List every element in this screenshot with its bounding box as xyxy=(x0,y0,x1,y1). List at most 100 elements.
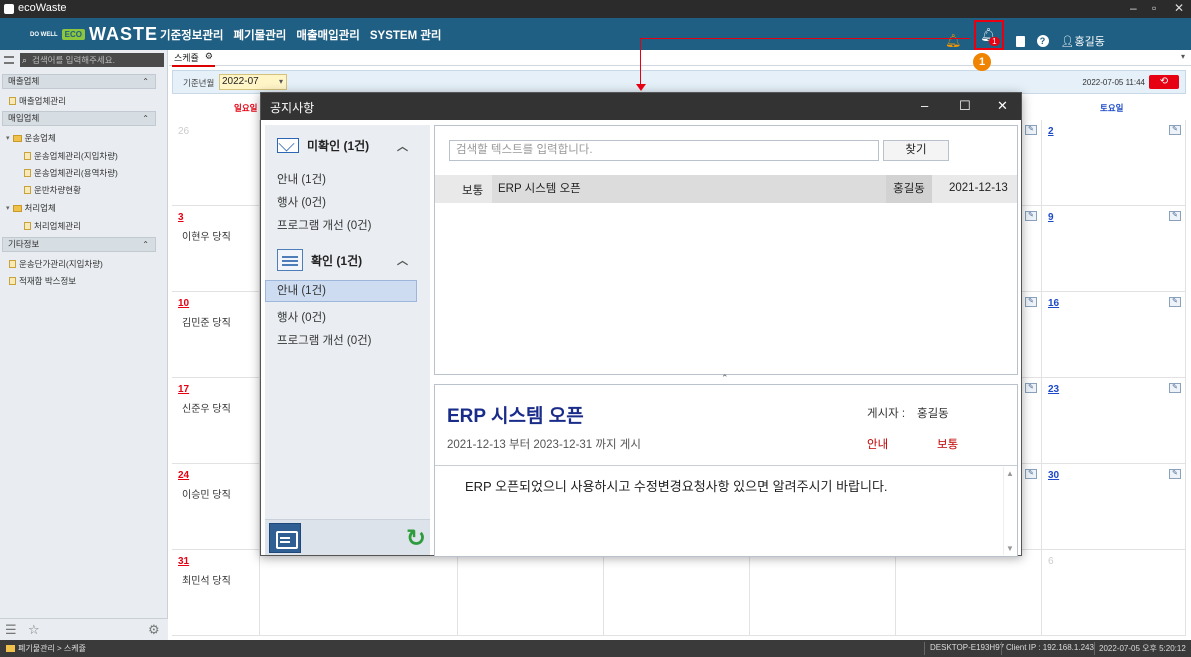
menu-item-sales-purchase[interactable]: 매출매입관리 xyxy=(296,27,359,43)
sidebar-item[interactable]: 운반차량현황 xyxy=(24,184,81,196)
chevron-down-icon[interactable]: ▾ xyxy=(1181,52,1185,61)
edit-icon[interactable]: ✎ xyxy=(1025,211,1037,221)
day-number[interactable]: 3 xyxy=(178,212,184,223)
day-header-sunday: 일요일 xyxy=(234,103,258,113)
help-icon[interactable]: ? xyxy=(1036,35,1049,47)
alarm-bell-icon[interactable]: 🔔︎ xyxy=(945,33,962,49)
refresh-icon[interactable]: ↻ xyxy=(406,524,426,553)
edit-icon[interactable]: ✎ xyxy=(1169,211,1181,221)
menu-item-system[interactable]: SYSTEM 관리 xyxy=(370,27,442,43)
calendar-cell[interactable]: ✎ xyxy=(1020,464,1042,550)
close-button[interactable]: ✕ xyxy=(1174,1,1184,15)
chevron-up-icon[interactable]: ︿ xyxy=(397,252,408,268)
unread-cat-notice[interactable]: 안내 (1건) xyxy=(277,171,326,187)
tab-settings-icon[interactable]: ⚙ xyxy=(205,51,213,64)
menu-item-basic-info[interactable]: 기준정보관리 xyxy=(160,27,223,43)
document-icon[interactable] xyxy=(1015,35,1025,47)
calendar-cell[interactable]: 9 ✎ xyxy=(1042,206,1186,292)
day-number[interactable]: 23 xyxy=(1048,384,1059,395)
calendar-cell[interactable] xyxy=(896,550,1042,636)
day-number[interactable]: 10 xyxy=(178,298,189,309)
refresh-button[interactable]: ⟲ xyxy=(1149,75,1179,89)
restore-button[interactable]: ▫ xyxy=(1152,1,1156,15)
scroll-up-icon[interactable]: ▲ xyxy=(1006,469,1014,478)
gear-icon[interactable]: ⚙ xyxy=(148,622,160,638)
dialog-maximize-button[interactable]: ☐ xyxy=(959,98,971,114)
day-number[interactable]: 31 xyxy=(178,556,189,567)
calendar-cell[interactable]: 17 신준우 당직 xyxy=(172,378,260,464)
list-icon[interactable] xyxy=(269,523,301,553)
day-number[interactable]: 16 xyxy=(1048,298,1059,309)
unread-group-header[interactable]: 미확인 (1건) ︿ xyxy=(277,137,408,154)
edit-icon[interactable]: ✎ xyxy=(1169,297,1181,307)
edit-icon[interactable]: ✎ xyxy=(1025,297,1037,307)
detail-scrollbar[interactable]: ▲ ▼ xyxy=(1003,467,1015,555)
sidebar-item[interactable]: 적재함 박스정보 xyxy=(9,275,76,287)
edit-icon[interactable]: ✎ xyxy=(1025,469,1037,479)
find-button[interactable]: 찾기 xyxy=(883,140,949,161)
list-view-icon[interactable]: ☰ xyxy=(5,622,17,638)
sidebar-item[interactable]: 운송업체관리(지입차량) xyxy=(24,150,118,162)
sidebar-item[interactable]: 운송업체관리(용역차량) xyxy=(24,167,118,179)
edit-icon[interactable]: ✎ xyxy=(1169,383,1181,393)
edit-icon[interactable]: ✎ xyxy=(1025,125,1037,135)
edit-icon[interactable]: ✎ xyxy=(1169,125,1181,135)
calendar-cell[interactable]: 30 ✎ xyxy=(1042,464,1186,550)
sidebar-item[interactable]: 처리업체관리 xyxy=(24,220,81,232)
sidebar-section-sales[interactable]: 매출업체 ⌃ xyxy=(2,74,156,89)
notice-row[interactable]: 보통 ERP 시스템 오픈 홍길동 2021-12-13 xyxy=(435,175,1017,203)
sidebar-folder[interactable]: ▾ 운송업체 xyxy=(6,132,56,144)
sidebar-item[interactable]: 매출업체관리 xyxy=(9,95,66,107)
read-cat-notice[interactable]: 안내 (1건) xyxy=(265,280,417,302)
calendar-cell[interactable]: ✎ xyxy=(1020,378,1042,464)
edit-icon[interactable]: ✎ xyxy=(1169,469,1181,479)
unread-cat-improvement[interactable]: 프로그램 개선 (0건) xyxy=(277,217,372,233)
user-menu[interactable]: 👤︎홍길동 xyxy=(1061,33,1105,49)
minimize-button[interactable]: – xyxy=(1130,1,1137,15)
calendar-cell[interactable]: 2 ✎ xyxy=(1042,120,1186,206)
calendar-cell[interactable] xyxy=(604,550,750,636)
calendar-cell[interactable]: 16 ✎ xyxy=(1042,292,1186,378)
calendar-cell[interactable]: 23 ✎ xyxy=(1042,378,1186,464)
day-number[interactable]: 17 xyxy=(178,384,189,395)
calendar-cell[interactable]: 6 xyxy=(1042,550,1186,636)
calendar-cell[interactable]: ✎ xyxy=(1020,292,1042,378)
calendar-cell[interactable] xyxy=(260,550,458,636)
sidebar-section-purchase[interactable]: 매입업체 ⌃ xyxy=(2,111,156,126)
calendar-cell[interactable] xyxy=(750,550,896,636)
menu-item-waste[interactable]: 폐기물관리 xyxy=(233,27,286,43)
notice-dialog: 공지사항 – ☐ ✕ 미확인 (1건) ︿ 안내 (1건) 행사 (0건) 프로… xyxy=(260,92,1022,557)
calendar-cell[interactable]: 3 이현우 당직 xyxy=(172,206,260,292)
day-number[interactable]: 9 xyxy=(1048,212,1054,223)
unread-cat-event[interactable]: 행사 (0건) xyxy=(277,194,326,210)
sidebar-folder[interactable]: ▾ 처리업체 xyxy=(6,202,56,214)
splitter-handle[interactable]: ⌃ xyxy=(721,373,729,384)
read-cat-event[interactable]: 행사 (0건) xyxy=(277,309,326,325)
notice-bell-button[interactable]: 🔔︎ 1 xyxy=(973,20,1004,50)
day-number[interactable]: 30 xyxy=(1048,470,1059,481)
hamburger-icon[interactable] xyxy=(4,56,14,64)
calendar-cell[interactable]: ✎ xyxy=(1020,206,1042,292)
calendar-cell[interactable]: 10 김민준 당직 xyxy=(172,292,260,378)
read-group-header[interactable]: 확인 (1건) ︿ xyxy=(277,249,408,271)
scroll-down-icon[interactable]: ▼ xyxy=(1006,544,1014,553)
calendar-cell[interactable]: 31 최민석 당직 xyxy=(172,550,260,636)
dialog-minimize-button[interactable]: – xyxy=(921,98,928,113)
star-icon[interactable]: ☆ xyxy=(28,622,40,638)
month-select[interactable]: 2022-07 xyxy=(219,74,287,90)
read-cat-improvement[interactable]: 프로그램 개선 (0건) xyxy=(277,332,372,348)
sidebar-search-input[interactable]: 검색어를 입력해주세요. xyxy=(20,53,164,67)
day-number[interactable]: 24 xyxy=(178,470,189,481)
calendar-cell[interactable]: 24 이승민 당직 xyxy=(172,464,260,550)
calendar-cell[interactable] xyxy=(458,550,604,636)
edit-icon[interactable]: ✎ xyxy=(1025,383,1037,393)
notice-search-input[interactable]: 검색할 텍스트를 입력합니다. xyxy=(449,140,879,161)
sidebar-item[interactable]: 운송단가관리(지입차량) xyxy=(9,258,103,270)
day-number[interactable]: 2 xyxy=(1048,126,1054,137)
dialog-close-button[interactable]: ✕ xyxy=(997,98,1008,114)
sidebar-section-etc[interactable]: 기타정보 ⌃ xyxy=(2,237,156,252)
tab-schedule[interactable]: 스케쥴 ⚙ xyxy=(172,51,215,67)
chevron-up-icon[interactable]: ︿ xyxy=(397,138,408,154)
calendar-cell[interactable]: ✎ xyxy=(1020,120,1042,206)
calendar-cell[interactable]: 26 xyxy=(172,120,260,206)
